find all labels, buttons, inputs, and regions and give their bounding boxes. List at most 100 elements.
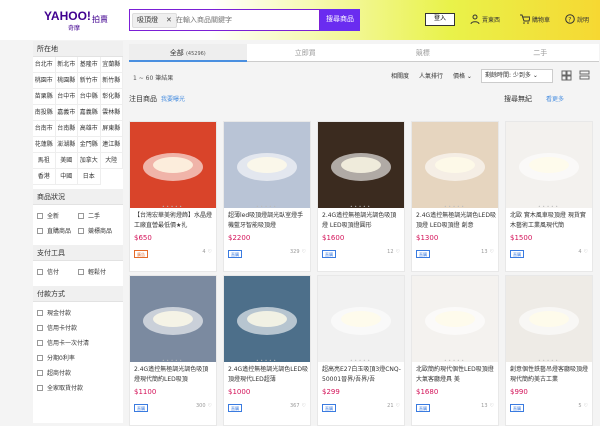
yahoo-logo[interactable]: YAHOO!	[44, 9, 91, 23]
region-item[interactable]: 台南縣	[55, 121, 78, 137]
product-card[interactable]: ••••• 北歐簡約現代個性LED吸頂燈大氣客廳燈具 美 $1680 直購 13 ♡	[411, 275, 499, 426]
region-item[interactable]: 桃園市	[33, 73, 56, 89]
region-item[interactable]: 雲林縣	[100, 105, 123, 121]
product-image[interactable]: •••••	[130, 122, 216, 208]
product-title[interactable]: 超高亮E27白玉吸頂3燈CNQ-50001晉界/吾界/吾	[322, 365, 402, 385]
like-counter[interactable]: 367 ♡	[290, 403, 306, 409]
paymode-option[interactable]: 全家取貨付款	[37, 380, 119, 395]
region-item[interactable]: 高雄市	[78, 121, 101, 137]
product-card[interactable]: ••••• 超高亮E27白玉吸頂3燈CNQ-50001晉界/吾界/吾 $299 直購 2…	[317, 275, 405, 426]
product-card[interactable]: ••••• 2.4G遙控無極調光調色LED吸頂燈 LED吸頂燈 創意 $1300 直購…	[411, 121, 499, 272]
product-title[interactable]: 2.4G遙控無極調光調色LED吸頂燈 LED吸頂燈 創意	[416, 211, 496, 231]
paymode-option[interactable]: 分期0利率	[37, 350, 119, 365]
checkbox[interactable]	[37, 354, 43, 361]
checkbox[interactable]	[37, 384, 43, 391]
region-item[interactable]: 美國	[55, 153, 78, 169]
grid-view-icon[interactable]	[561, 70, 572, 81]
product-card[interactable]: ••••• 創意個性鉄藝吊燈客廳吸頂燈現代簡約美古工業 $990 直購 5 ♡	[505, 275, 593, 426]
checkbox[interactable]	[37, 227, 43, 234]
heart-icon[interactable]: ♡	[396, 249, 400, 255]
like-counter[interactable]: 300 ♡	[196, 403, 212, 409]
sort-popularity[interactable]: 人氣排行	[419, 71, 443, 83]
heart-icon[interactable]: ♡	[584, 249, 588, 255]
product-title[interactable]: 創意個性鉄藝吊燈客廳吸頂燈現代簡約美古工業	[510, 365, 590, 385]
paymode-option[interactable]: 超商付款	[37, 365, 119, 380]
heart-icon[interactable]: ♡	[208, 403, 212, 409]
region-item[interactable]: 苗栗縣	[33, 89, 56, 105]
product-card[interactable]: ••••• 北歐 實木風車吸頂燈 現貨實木藝術工業風現代簡 $1500 直購 4 ♡	[505, 121, 593, 272]
region-item[interactable]: 新北市	[55, 57, 78, 73]
like-counter[interactable]: 12 ♡	[387, 249, 400, 255]
product-title[interactable]: 2.4G遙控無極調光調色LED吸頂燈現代LED超薄	[228, 365, 308, 385]
heart-icon[interactable]: ♡	[490, 403, 494, 409]
heart-icon[interactable]: ♡	[584, 403, 588, 409]
heart-icon[interactable]: ♡	[302, 403, 306, 409]
product-card[interactable]: ••••• 2.4G遙控無極調光調色吸頂燈 LED吸頂燈圓形 $1600 直購 12 ♡	[317, 121, 405, 272]
like-counter[interactable]: 4 ♡	[202, 249, 212, 255]
region-item[interactable]: 澎湖縣	[55, 137, 78, 153]
like-counter[interactable]: 13 ♡	[481, 249, 494, 255]
product-image[interactable]: •••••	[224, 276, 310, 362]
product-card[interactable]: ••••• 2.4G遙控無極調光調色吸頂燈現代簡約LED吸頂 $1100 直購 300 ♡	[129, 275, 217, 426]
product-card[interactable]: ••••• 2.4G遙控無極調光調色LED吸頂燈現代LED超薄 $1000 直購 367…	[223, 275, 311, 426]
region-item[interactable]: 基隆市	[78, 57, 101, 73]
sell-link[interactable]: 賣東西	[470, 14, 500, 24]
condition-option[interactable]: 全新	[37, 208, 78, 223]
region-item[interactable]: 台中縣	[78, 89, 101, 105]
region-item[interactable]: 嘉義縣	[78, 105, 101, 121]
product-image[interactable]: •••••	[130, 276, 216, 362]
region-item[interactable]: 中國	[55, 169, 78, 185]
checkbox[interactable]	[78, 212, 84, 219]
product-title[interactable]: 北歐 實木風車吸頂燈 現貨實木藝術工業風現代簡	[510, 211, 590, 231]
checkbox[interactable]	[37, 324, 43, 331]
checkbox[interactable]	[37, 212, 43, 219]
product-title[interactable]: 2.4G遙控無極調光調色吸頂燈 LED吸頂燈圓形	[322, 211, 402, 231]
condition-option[interactable]: 競標商品	[78, 223, 119, 238]
cart-link[interactable]: 購物車	[520, 14, 550, 24]
checkbox[interactable]	[37, 369, 43, 376]
region-item[interactable]: 台北市	[33, 57, 56, 73]
list-view-icon[interactable]	[579, 70, 590, 81]
product-title[interactable]: 【台灣宏華美術燈飾】水晶燈工廠直營最低價★扎	[134, 211, 214, 231]
payment-option[interactable]: 信付	[37, 264, 78, 279]
search-input[interactable]	[176, 13, 316, 28]
condition-option[interactable]: 直購商品	[37, 223, 78, 238]
product-image[interactable]: •••••	[506, 276, 592, 362]
paymode-option[interactable]: 信用卡一次付清	[37, 335, 119, 350]
like-counter[interactable]: 21 ♡	[387, 403, 400, 409]
region-item[interactable]: 嘉義市	[55, 105, 78, 121]
featured-link[interactable]: 我要曝光	[161, 96, 185, 103]
region-item[interactable]: 加拿大	[78, 153, 101, 169]
checkbox[interactable]	[78, 268, 84, 275]
tab-buy-now[interactable]: 立即買	[246, 44, 364, 62]
region-item[interactable]: 台南市	[33, 121, 56, 137]
heart-icon[interactable]: ♡	[302, 249, 306, 255]
region-item[interactable]: 日本	[78, 169, 101, 185]
product-image[interactable]: •••••	[506, 122, 592, 208]
product-image[interactable]: •••••	[318, 276, 404, 362]
close-icon[interactable]: ✕	[166, 16, 172, 24]
product-image[interactable]: •••••	[412, 276, 498, 362]
login-button[interactable]: 登入	[425, 13, 455, 26]
product-image[interactable]: •••••	[224, 122, 310, 208]
region-item[interactable]: 花蓮縣	[33, 137, 56, 153]
region-item[interactable]: 屏東縣	[100, 121, 123, 137]
condition-option[interactable]: 二手	[78, 208, 119, 223]
region-item[interactable]: 桃園縣	[55, 73, 78, 89]
like-counter[interactable]: 5 ♡	[578, 403, 588, 409]
paymode-option[interactable]: 信用卡付款	[37, 320, 119, 335]
search-tag[interactable]: 吸頂燈 ✕	[132, 13, 177, 28]
region-item[interactable]: 連江縣	[100, 137, 123, 153]
product-title[interactable]: 超薄led吸頂燈調光臥室燈手機藍牙智能吸頂燈	[228, 211, 308, 231]
sort-price[interactable]: 價格 ⌄	[453, 71, 472, 83]
tab-all[interactable]: 全部 (45296)	[129, 44, 247, 62]
payment-option[interactable]: 輕鬆付	[78, 264, 119, 279]
tab-bid[interactable]: 競標	[364, 44, 482, 62]
region-item[interactable]: 金門縣	[78, 137, 101, 153]
product-title[interactable]: 2.4G遙控無極調光調色吸頂燈現代簡約LED吸頂	[134, 365, 214, 385]
region-item[interactable]: 香港	[33, 169, 56, 185]
checkbox[interactable]	[37, 268, 43, 275]
help-link[interactable]: ? 說明	[565, 14, 589, 24]
heart-icon[interactable]: ♡	[208, 249, 212, 255]
heart-icon[interactable]: ♡	[396, 403, 400, 409]
